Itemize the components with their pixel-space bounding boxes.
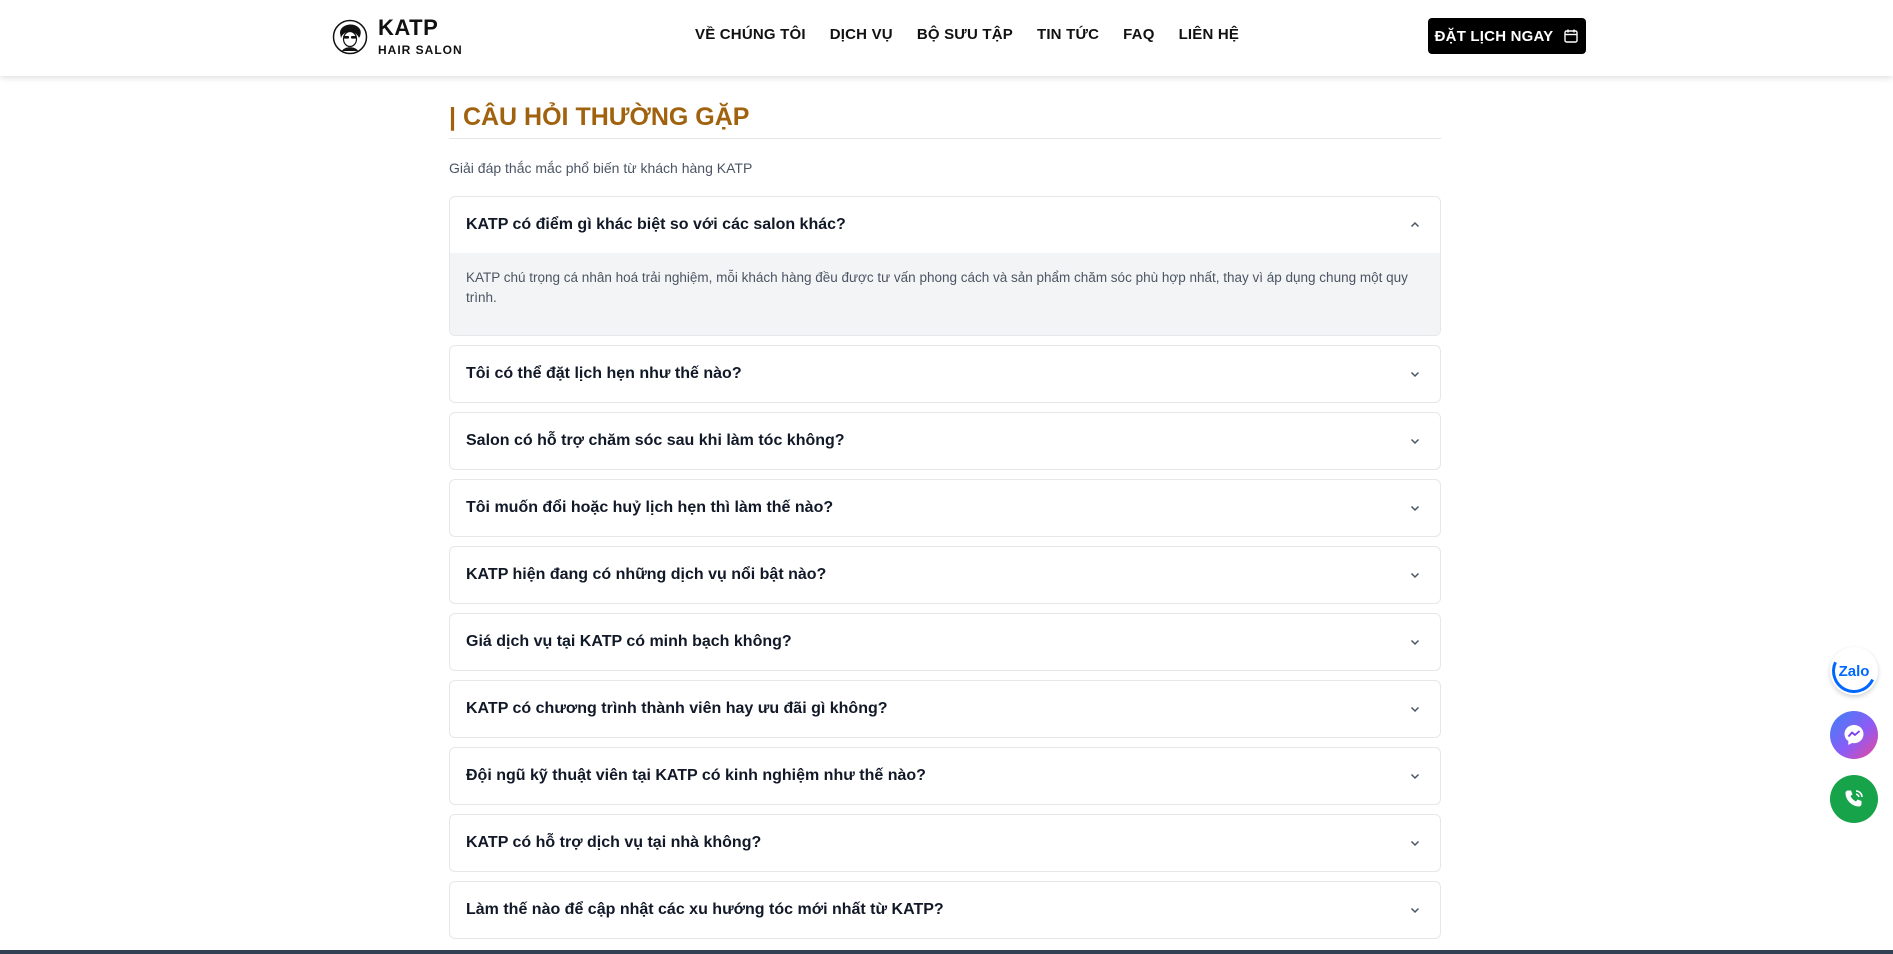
phone-icon xyxy=(1845,790,1863,807)
faq-question-button[interactable]: Đội ngũ kỹ thuật viên tại KATP có kinh n… xyxy=(450,748,1440,804)
chevron-down-icon xyxy=(1410,907,1420,914)
faq-question-button[interactable]: KATP hiện đang có những dịch vụ nổi bật … xyxy=(450,547,1440,603)
faq-question-button[interactable]: Giá dịch vụ tại KATP có minh bạch không? xyxy=(450,614,1440,670)
main-nav: VỀ CHÚNG TÔI DỊCH VỤ BỘ SƯU TẬP TIN TỨC … xyxy=(695,26,1239,43)
section-subtitle: Giải đáp thắc mắc phổ biến từ khách hàng… xyxy=(449,160,753,176)
zalo-button[interactable]: Zalo xyxy=(1825,642,1883,700)
nav-news[interactable]: TIN TỨC xyxy=(1037,26,1099,43)
chevron-down-icon xyxy=(1410,840,1420,847)
faq-question: Tôi muốn đổi hoặc huỷ lịch hẹn thì làm t… xyxy=(466,499,834,516)
footer-edge xyxy=(0,950,1893,954)
messenger-icon xyxy=(1844,725,1864,745)
faq-item: Giá dịch vụ tại KATP có minh bạch không? xyxy=(449,613,1441,671)
section-title: | CÂU HỎI THƯỜNG GẶP xyxy=(449,95,1441,139)
faq-question: KATP có hỗ trợ dịch vụ tại nhà không? xyxy=(466,834,762,851)
chevron-down-icon xyxy=(1410,572,1420,579)
faq-item: Salon có hỗ trợ chăm sóc sau khi làm tóc… xyxy=(449,412,1441,470)
zalo-icon: Zalo xyxy=(1838,662,1870,680)
faq-answer: KATP chú trọng cá nhân hoá trải nghiệm, … xyxy=(450,253,1440,335)
faq-question-button[interactable]: KATP có hỗ trợ dịch vụ tại nhà không? xyxy=(450,815,1440,871)
faq-question-button[interactable]: Tôi muốn đổi hoặc huỷ lịch hẹn thì làm t… xyxy=(450,480,1440,536)
faq-item: Đội ngũ kỹ thuật viên tại KATP có kinh n… xyxy=(449,747,1441,805)
faq-question: Tôi có thể đặt lịch hẹn như thế nào? xyxy=(466,365,742,382)
book-now-button[interactable]: ĐẶT LỊCH NGAY xyxy=(1428,18,1586,54)
faq-question: Giá dịch vụ tại KATP có minh bạch không? xyxy=(466,633,792,650)
faq-item-expanded: KATP có điểm gì khác biệt so với các sal… xyxy=(449,196,1441,336)
nav-faq[interactable]: FAQ xyxy=(1123,26,1154,43)
chevron-down-icon xyxy=(1410,706,1420,713)
phone-button[interactable] xyxy=(1830,775,1878,823)
brand-logo[interactable]: KATP HAIR SALON xyxy=(332,16,463,58)
calendar-icon xyxy=(1564,29,1579,43)
faq-question: Đội ngũ kỹ thuật viên tại KATP có kinh n… xyxy=(466,767,926,784)
faq-item: KATP có hỗ trợ dịch vụ tại nhà không? xyxy=(449,814,1441,872)
faq-item: Tôi muốn đổi hoặc huỷ lịch hẹn thì làm t… xyxy=(449,479,1441,537)
book-now-label: ĐẶT LỊCH NGAY xyxy=(1434,27,1554,45)
faq-question: Salon có hỗ trợ chăm sóc sau khi làm tóc… xyxy=(466,432,845,449)
messenger-button[interactable] xyxy=(1830,711,1878,759)
faq-list: KATP có điểm gì khác biệt so với các sal… xyxy=(449,196,1441,939)
faq-item: KATP có chương trình thành viên hay ưu đ… xyxy=(449,680,1441,738)
chevron-down-icon xyxy=(1410,438,1420,445)
brand-name: KATP xyxy=(378,15,439,40)
salon-logo-icon xyxy=(332,19,368,55)
nav-collection[interactable]: BỘ SƯU TẬP xyxy=(917,26,1013,43)
faq-question-button[interactable]: KATP có chương trình thành viên hay ưu đ… xyxy=(450,681,1440,737)
faq-question-button[interactable]: KATP có điểm gì khác biệt so với các sal… xyxy=(450,197,1440,253)
faq-question-button[interactable]: Tôi có thể đặt lịch hẹn như thế nào? xyxy=(450,346,1440,402)
site-header: KATP HAIR SALON VỀ CHÚNG TÔI DỊCH VỤ BỘ … xyxy=(0,0,1893,76)
faq-question: KATP có chương trình thành viên hay ưu đ… xyxy=(466,700,888,717)
faq-question: KATP hiện đang có những dịch vụ nổi bật … xyxy=(466,566,827,583)
faq-question: Làm thế nào để cập nhật các xu hướng tóc… xyxy=(466,901,944,918)
faq-section: | CÂU HỎI THƯỜNG GẶP Giải đáp thắc mắc p… xyxy=(449,95,1441,939)
nav-services[interactable]: DỊCH VỤ xyxy=(830,26,893,43)
chevron-down-icon xyxy=(1410,639,1420,646)
faq-item: Làm thế nào để cập nhật các xu hướng tóc… xyxy=(449,881,1441,939)
faq-question-button[interactable]: Làm thế nào để cập nhật các xu hướng tóc… xyxy=(450,882,1440,938)
faq-item: KATP hiện đang có những dịch vụ nổi bật … xyxy=(449,546,1441,604)
brand-tagline: HAIR SALON xyxy=(378,43,463,57)
faq-question: KATP có điểm gì khác biệt so với các sal… xyxy=(466,216,846,233)
chevron-down-icon xyxy=(1410,371,1420,378)
chevron-down-icon xyxy=(1410,505,1420,512)
chevron-down-icon xyxy=(1410,773,1420,780)
chevron-up-icon xyxy=(1410,221,1420,228)
nav-about[interactable]: VỀ CHÚNG TÔI xyxy=(695,26,806,43)
nav-contact[interactable]: LIÊN HỆ xyxy=(1179,26,1240,43)
faq-item: Tôi có thể đặt lịch hẹn như thế nào? xyxy=(449,345,1441,403)
faq-question-button[interactable]: Salon có hỗ trợ chăm sóc sau khi làm tóc… xyxy=(450,413,1440,469)
